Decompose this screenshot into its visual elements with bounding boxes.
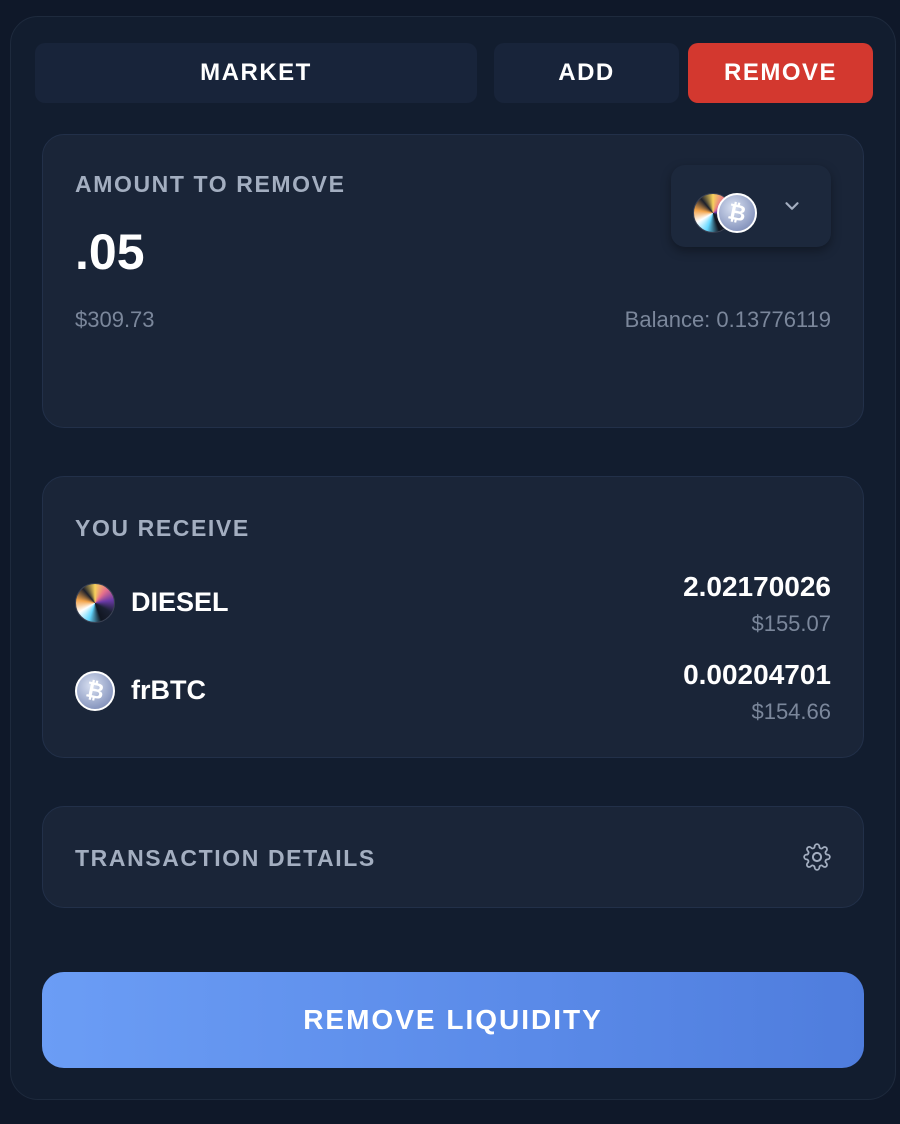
token-pair-selector[interactable]: ₿	[671, 165, 831, 247]
chevron-down-icon	[785, 202, 799, 210]
remove-liquidity-button[interactable]: REMOVE LIQUIDITY	[42, 972, 864, 1068]
gear-icon[interactable]	[803, 843, 831, 871]
receive-token-amount: 2.02170026	[683, 571, 831, 602]
receive-token-name: DIESEL	[131, 587, 229, 617]
btc-coin-icon: ₿	[75, 671, 115, 711]
transaction-details-card[interactable]: TRANSACTION DETAILS	[42, 806, 864, 908]
amount-card: AMOUNT TO REMOVE .05 ₿ $309.73 Balance: …	[42, 134, 864, 428]
receive-card: YOU RECEIVE DIESEL 2.02170026 $155.07 ₿ …	[42, 476, 864, 758]
amount-usd-value: $309.73	[75, 307, 155, 332]
receive-token-usd: $154.66	[751, 699, 831, 724]
balance-text[interactable]: Balance: 0.13776119	[625, 307, 831, 333]
receive-token-usd: $155.07	[751, 611, 831, 636]
amount-input[interactable]: .05	[75, 223, 145, 281]
transaction-details-label: TRANSACTION DETAILS	[75, 845, 376, 871]
receive-label: YOU RECEIVE	[75, 515, 250, 541]
tab-add[interactable]: ADD	[494, 43, 679, 103]
tab-remove[interactable]: REMOVE	[688, 43, 873, 103]
receive-token-name: frBTC	[131, 675, 206, 705]
diesel-coin-icon	[75, 583, 115, 623]
receive-token-amount: 0.00204701	[683, 659, 831, 690]
btc-coin-icon: ₿	[717, 193, 757, 233]
tab-market[interactable]: MARKET	[35, 43, 477, 103]
amount-label: AMOUNT TO REMOVE	[75, 171, 346, 197]
